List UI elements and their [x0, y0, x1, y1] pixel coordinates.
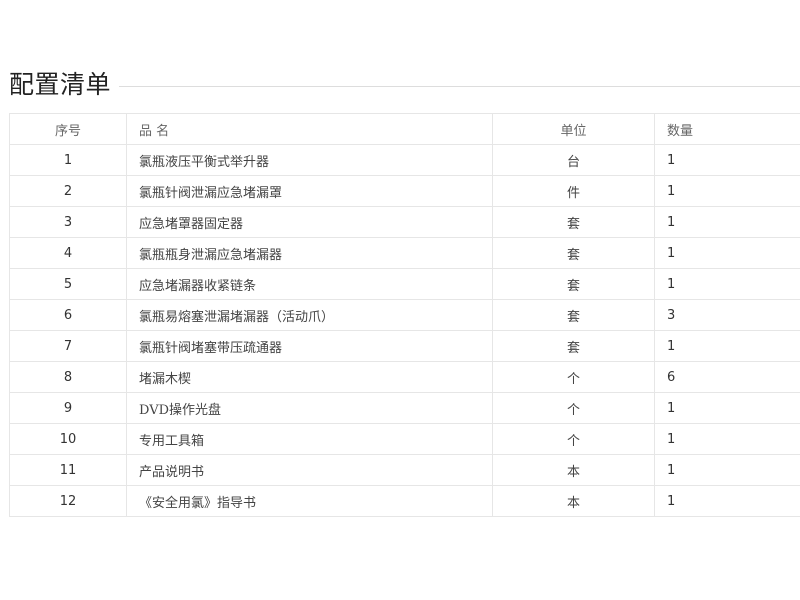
table-row: 11 产品说明书 本 1 [9, 454, 800, 486]
cell-quantity: 1 [654, 423, 800, 455]
page-title: 配置清单 [9, 70, 112, 99]
cell-name: 氯瓶针阀堵塞带压疏通器 [126, 330, 493, 362]
cell-unit: 本 [492, 454, 655, 486]
title-row: 配置清单 [9, 66, 800, 100]
table-row: 7 氯瓶针阀堵塞带压疏通器 套 1 [9, 330, 800, 362]
cell-name: 应急堵罩器固定器 [126, 206, 493, 238]
cell-quantity: 1 [654, 144, 800, 176]
cell-name: 氯瓶易熔塞泄漏堵漏器（活动爪） [126, 299, 493, 331]
header-name: 品 名 [126, 113, 493, 145]
table-row: 2 氯瓶针阀泄漏应急堵漏罩 件 1 [9, 175, 800, 207]
cell-name: 《安全用氯》指导书 [126, 485, 493, 517]
table-row: 10 专用工具箱 个 1 [9, 423, 800, 455]
cell-index: 6 [9, 299, 127, 331]
table-header-row: 序号 品 名 单位 数量 [9, 113, 800, 145]
cell-index: 1 [9, 144, 127, 176]
cell-unit: 套 [492, 206, 655, 238]
cell-name: 堵漏木楔 [126, 361, 493, 393]
cell-index: 5 [9, 268, 127, 300]
cell-index: 12 [9, 485, 127, 517]
configuration-table: 序号 品 名 单位 数量 1 氯瓶液压平衡式举升器 台 1 2 氯瓶针阀泄漏应急… [9, 113, 800, 517]
cell-index: 3 [9, 206, 127, 238]
header-unit: 单位 [492, 113, 655, 145]
cell-unit: 件 [492, 175, 655, 207]
cell-quantity: 3 [654, 299, 800, 331]
cell-unit: 个 [492, 423, 655, 455]
cell-quantity: 1 [654, 330, 800, 362]
cell-index: 11 [9, 454, 127, 486]
table-row: 6 氯瓶易熔塞泄漏堵漏器（活动爪） 套 3 [9, 299, 800, 331]
cell-unit: 个 [492, 361, 655, 393]
cell-name: 应急堵漏器收紧链条 [126, 268, 493, 300]
page: 配置清单 序号 品 名 单位 数量 1 氯瓶液压平衡式举升器 台 1 2 氯瓶针… [0, 0, 800, 600]
header-quantity: 数量 [654, 113, 800, 145]
table-row: 12 《安全用氯》指导书 本 1 [9, 485, 800, 517]
cell-unit: 套 [492, 268, 655, 300]
cell-unit: 套 [492, 299, 655, 331]
cell-unit: 台 [492, 144, 655, 176]
table-row: 4 氯瓶瓶身泄漏应急堵漏器 套 1 [9, 237, 800, 269]
cell-unit: 套 [492, 330, 655, 362]
cell-index: 7 [9, 330, 127, 362]
cell-quantity: 1 [654, 392, 800, 424]
cell-index: 8 [9, 361, 127, 393]
cell-quantity: 1 [654, 237, 800, 269]
cell-name: DVD操作光盘 [126, 392, 493, 424]
cell-quantity: 1 [654, 485, 800, 517]
cell-quantity: 6 [654, 361, 800, 393]
cell-name: 氯瓶瓶身泄漏应急堵漏器 [126, 237, 493, 269]
cell-quantity: 1 [654, 454, 800, 486]
cell-unit: 个 [492, 392, 655, 424]
table-row: 9 DVD操作光盘 个 1 [9, 392, 800, 424]
table-row: 3 应急堵罩器固定器 套 1 [9, 206, 800, 238]
cell-name: 专用工具箱 [126, 423, 493, 455]
cell-unit: 套 [492, 237, 655, 269]
header-index: 序号 [9, 113, 127, 145]
cell-name: 产品说明书 [126, 454, 493, 486]
cell-quantity: 1 [654, 175, 800, 207]
cell-quantity: 1 [654, 268, 800, 300]
table-row: 1 氯瓶液压平衡式举升器 台 1 [9, 144, 800, 176]
cell-quantity: 1 [654, 206, 800, 238]
cell-index: 9 [9, 392, 127, 424]
table-row: 5 应急堵漏器收紧链条 套 1 [9, 268, 800, 300]
cell-index: 4 [9, 237, 127, 269]
table-row: 8 堵漏木楔 个 6 [9, 361, 800, 393]
title-divider [119, 85, 800, 87]
cell-name: 氯瓶液压平衡式举升器 [126, 144, 493, 176]
cell-name: 氯瓶针阀泄漏应急堵漏罩 [126, 175, 493, 207]
cell-index: 2 [9, 175, 127, 207]
cell-index: 10 [9, 423, 127, 455]
cell-unit: 本 [492, 485, 655, 517]
